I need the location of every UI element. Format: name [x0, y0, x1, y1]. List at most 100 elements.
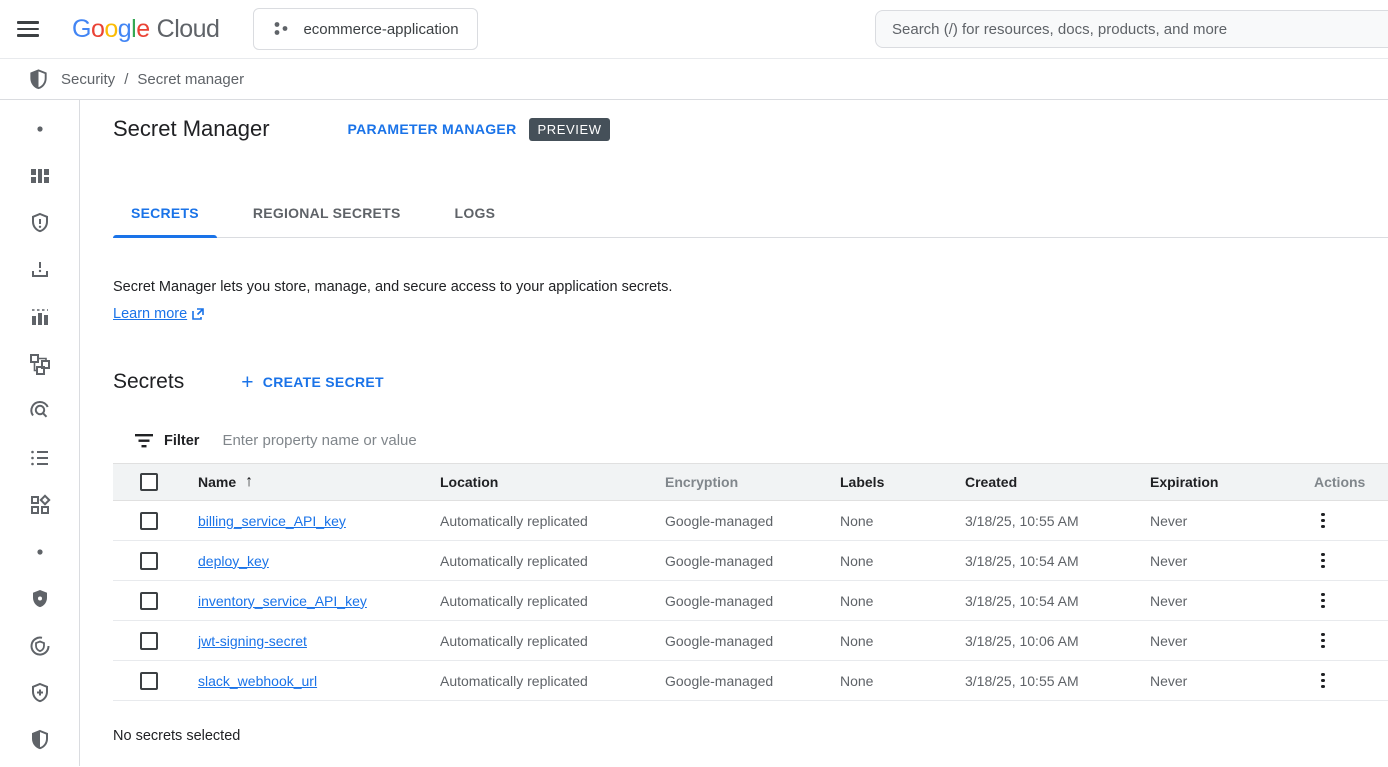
row-actions-menu-icon[interactable] [1314, 630, 1332, 652]
secret-name-link[interactable]: billing_service_API_key [198, 513, 346, 529]
sidebar-item-8[interactable] [26, 444, 54, 472]
row-checkbox[interactable] [140, 592, 158, 610]
secret-expiration: Never [1150, 633, 1300, 649]
secret-name-link[interactable]: slack_webhook_url [198, 673, 317, 689]
sidebar-item-9[interactable] [26, 491, 54, 519]
create-secret-button[interactable]: + CREATE SECRET [241, 372, 384, 393]
sidebar-item-4[interactable] [26, 256, 54, 284]
learn-more-link[interactable]: Learn more [113, 304, 205, 324]
table-row: billing_service_API_key Automatically re… [113, 501, 1388, 541]
secret-name-link[interactable]: jwt-signing-secret [198, 633, 307, 649]
shield-solid-icon [28, 587, 52, 611]
security-shield-icon [27, 68, 50, 91]
sidebar-item-1[interactable] [26, 115, 54, 143]
secret-expiration: Never [1150, 593, 1300, 609]
sidebar-item-14[interactable] [26, 726, 54, 754]
secret-labels: None [840, 633, 965, 649]
bar-chart-icon [28, 305, 52, 329]
breadcrumb: Security / Secret manager [0, 58, 1388, 100]
external-link-icon [191, 307, 205, 321]
breadcrumb-secret-manager[interactable]: Secret manager [137, 71, 244, 88]
google-cloud-logo: Google Cloud [72, 15, 219, 44]
main-content: Secret Manager PARAMETER MANAGER PREVIEW… [80, 100, 1388, 766]
row-actions-menu-icon[interactable] [1314, 550, 1332, 572]
project-selector[interactable]: ecommerce-application [253, 8, 477, 50]
table-row: slack_webhook_url Automatically replicat… [113, 661, 1388, 701]
sidebar-item-6[interactable] [26, 350, 54, 378]
sidebar-item-2[interactable] [26, 162, 54, 190]
secret-expiration: Never [1150, 673, 1300, 689]
column-header-labels[interactable]: Labels [840, 474, 965, 490]
secret-name-link[interactable]: deploy_key [198, 553, 269, 569]
table-row: jwt-signing-secret Automatically replica… [113, 621, 1388, 661]
filter-icon [135, 434, 153, 448]
row-actions-menu-icon[interactable] [1314, 670, 1332, 692]
sidebar-item-13[interactable] [26, 679, 54, 707]
sort-ascending-icon: ↑ [245, 473, 253, 491]
secret-created: 3/18/25, 10:54 AM [965, 593, 1150, 609]
breadcrumb-separator: / [124, 71, 128, 88]
top-bar: Google Cloud ecommerce-application [0, 0, 1388, 58]
dot-icon [36, 125, 44, 133]
column-header-encryption: Encryption [665, 474, 840, 490]
plus-icon: + [241, 372, 254, 393]
table-header-row: Name ↑ Location Encryption Labels Create… [113, 463, 1388, 501]
secrets-heading: Secrets [113, 370, 184, 394]
secret-expiration: Never [1150, 513, 1300, 529]
row-checkbox[interactable] [140, 552, 158, 570]
secret-encryption: Google-managed [665, 593, 840, 609]
row-actions-menu-icon[interactable] [1314, 510, 1332, 532]
search-input[interactable] [892, 21, 1388, 38]
sidebar-item-7[interactable] [26, 397, 54, 425]
page-title: Secret Manager [113, 116, 270, 142]
global-search[interactable] [875, 10, 1388, 48]
table-row: inventory_service_API_key Automatically … [113, 581, 1388, 621]
risk-overview-icon [28, 164, 52, 188]
inbox-alert-icon [28, 258, 52, 282]
project-icon [272, 20, 290, 38]
secret-name-link[interactable]: inventory_service_API_key [198, 593, 367, 609]
row-checkbox[interactable] [140, 512, 158, 530]
create-secret-label: CREATE SECRET [263, 374, 384, 390]
column-header-expiration[interactable]: Expiration [1150, 474, 1300, 490]
shield-plus-icon [28, 681, 52, 705]
secret-created: 3/18/25, 10:54 AM [965, 553, 1150, 569]
search-scan-icon [28, 399, 52, 423]
components-icon [28, 493, 52, 517]
sidebar-item-10[interactable] [26, 538, 54, 566]
learn-more-label: Learn more [113, 304, 187, 324]
secret-labels: None [840, 673, 965, 689]
secret-labels: None [840, 553, 965, 569]
parameter-manager-link[interactable]: PARAMETER MANAGER [348, 121, 517, 137]
filter-bar[interactable]: Filter [113, 418, 1388, 463]
secrets-table: Name ↑ Location Encryption Labels Create… [113, 463, 1388, 701]
tab-secrets[interactable]: SECRETS [113, 189, 217, 237]
tab-logs[interactable]: LOGS [437, 189, 514, 237]
breadcrumb-security[interactable]: Security [61, 71, 115, 88]
column-header-created[interactable]: Created [965, 474, 1150, 490]
select-all-checkbox[interactable] [140, 473, 158, 491]
security-nav-sidebar [0, 100, 80, 766]
filter-input[interactable] [222, 432, 642, 449]
secret-encryption: Google-managed [665, 633, 840, 649]
column-header-name[interactable]: Name ↑ [198, 473, 253, 491]
secret-labels: None [840, 513, 965, 529]
description-text: Secret Manager lets you store, manage, a… [113, 277, 1388, 297]
sidebar-item-3[interactable] [26, 209, 54, 237]
column-header-location[interactable]: Location [440, 474, 665, 490]
tab-regional-secrets[interactable]: REGIONAL SECRETS [235, 189, 419, 237]
row-checkbox[interactable] [140, 632, 158, 650]
sidebar-item-12[interactable] [26, 632, 54, 660]
row-checkbox[interactable] [140, 672, 158, 690]
menu-icon[interactable] [0, 0, 56, 58]
sidebar-item-5[interactable] [26, 303, 54, 331]
sidebar-item-11[interactable] [26, 585, 54, 613]
secret-location: Automatically replicated [440, 553, 665, 569]
row-actions-menu-icon[interactable] [1314, 590, 1332, 612]
secret-created: 3/18/25, 10:55 AM [965, 673, 1150, 689]
selection-status: No secrets selected [113, 728, 1388, 744]
table-row: deploy_key Automatically replicated Goog… [113, 541, 1388, 581]
project-name: ecommerce-application [303, 21, 458, 38]
secret-encryption: Google-managed [665, 673, 840, 689]
secret-created: 3/18/25, 10:55 AM [965, 513, 1150, 529]
